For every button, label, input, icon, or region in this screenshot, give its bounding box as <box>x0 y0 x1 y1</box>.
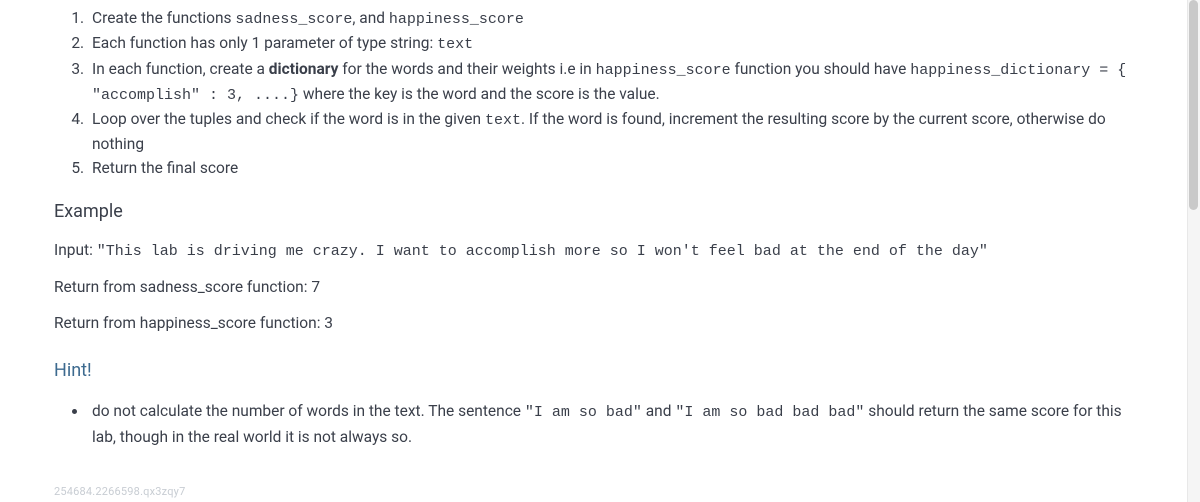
example-input-line: Input: "This lab is driving me crazy. I … <box>54 238 1133 263</box>
step-3-text-a: In each function, create a <box>92 60 269 78</box>
hint-heading: Hint! <box>54 357 1133 385</box>
hint-list: do not calculate the number of words in … <box>54 399 1133 448</box>
example-return-1: Return from sadness_score function: 7 <box>54 275 1133 299</box>
content-card: Create the functions sadness_score, and … <box>0 0 1188 502</box>
step-5-text-a: Return the final score <box>92 159 238 177</box>
example-heading: Example <box>54 198 1133 226</box>
step-1-code-1: sadness_score <box>235 11 352 28</box>
step-3: In each function, create a dictionary fo… <box>88 57 1133 108</box>
hint-1-text-b: and <box>642 402 675 420</box>
step-3-text-b: for the words and their weights i.e in <box>338 60 595 78</box>
step-4: Loop over the tuples and check if the wo… <box>88 107 1133 156</box>
hint-1: do not calculate the number of words in … <box>88 399 1133 448</box>
step-3-strong: dictionary <box>269 60 339 78</box>
example-input-label: Input: <box>54 241 97 259</box>
step-1-code-2: happiness_score <box>389 11 524 28</box>
step-2: Each function has only 1 parameter of ty… <box>88 31 1133 56</box>
step-1-text-a: Create the functions <box>92 9 235 27</box>
step-4-text-a: Loop over the tuples and check if the wo… <box>92 110 485 128</box>
footer-code: 254684.2266598.qx3zqy7 <box>54 483 185 500</box>
instruction-list: Create the functions sadness_score, and … <box>54 6 1133 180</box>
hint-1-code-2: "I am so bad bad bad" <box>675 404 864 421</box>
step-3-text-d: where the key is the word and the score … <box>299 85 660 103</box>
example-input-code: "This lab is driving me crazy. I want to… <box>97 243 988 260</box>
step-3-text-c: function you should have <box>731 60 911 78</box>
step-2-code-1: text <box>437 36 473 53</box>
step-3-code-1: happiness_score <box>596 62 731 79</box>
scrollbar-thumb[interactable] <box>1189 0 1198 210</box>
step-1: Create the functions sadness_score, and … <box>88 6 1133 31</box>
step-2-text-a: Each function has only 1 parameter of ty… <box>92 34 437 52</box>
step-5: Return the final score <box>88 156 1133 180</box>
step-4-code-1: text <box>485 112 521 129</box>
hint-1-text-a: do not calculate the number of words in … <box>92 402 525 420</box>
example-section: Example Input: "This lab is driving me c… <box>54 198 1133 335</box>
step-1-text-b: , and <box>352 9 388 27</box>
example-return-2: Return from happiness_score function: 3 <box>54 311 1133 335</box>
scrollbar-track[interactable] <box>1188 0 1198 502</box>
hint-1-code-1: "I am so bad" <box>525 404 642 421</box>
